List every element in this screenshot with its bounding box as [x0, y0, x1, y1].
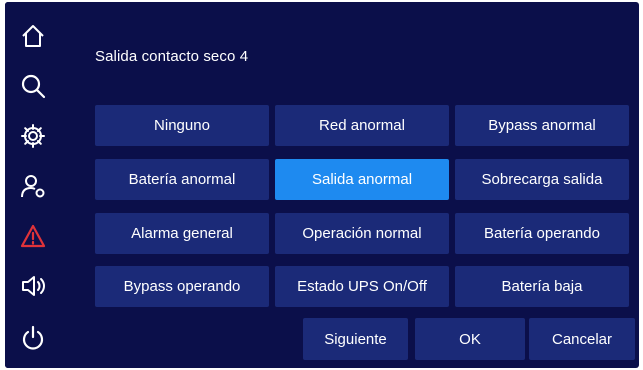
ok-button[interactable]: OK — [415, 318, 525, 360]
option-bateria-anormal[interactable]: Batería anormal — [95, 159, 269, 200]
option-estado-ups[interactable]: Estado UPS On/Off — [275, 266, 449, 307]
user-settings-button[interactable] — [13, 166, 53, 206]
home-button[interactable] — [13, 16, 53, 56]
settings-button[interactable] — [13, 116, 53, 156]
option-alarma-general[interactable]: Alarma general — [95, 213, 269, 254]
option-salida-anormal[interactable]: Salida anormal — [275, 159, 449, 200]
option-bateria-operando[interactable]: Batería operando — [455, 213, 629, 254]
sound-button[interactable] — [13, 266, 53, 306]
power-button[interactable] — [13, 318, 53, 358]
page-title: Salida contacto seco 4 — [95, 48, 249, 65]
next-button[interactable]: Siguiente — [303, 318, 408, 360]
alarm-button[interactable] — [13, 216, 53, 256]
cancel-button[interactable]: Cancelar — [529, 318, 635, 360]
power-icon — [22, 325, 44, 350]
option-ninguno[interactable]: Ninguno — [95, 105, 269, 146]
option-bypass-operando[interactable]: Bypass operando — [95, 266, 269, 307]
gear-icon — [21, 124, 45, 148]
ups-display-screen: Salida contacto seco 4 Ninguno Red anorm… — [5, 2, 639, 368]
home-icon — [22, 25, 44, 47]
option-operacion-normal[interactable]: Operación normal — [275, 213, 449, 254]
option-sobrecarga-salida[interactable]: Sobrecarga salida — [455, 159, 629, 200]
search-button[interactable] — [13, 66, 53, 106]
option-bateria-baja[interactable]: Batería baja — [455, 266, 629, 307]
alarm-warning-icon — [20, 224, 46, 248]
search-icon — [21, 74, 46, 99]
speaker-icon — [22, 276, 45, 296]
option-red-anormal[interactable]: Red anormal — [275, 105, 449, 146]
user-settings-icon — [21, 175, 45, 198]
option-bypass-anormal[interactable]: Bypass anormal — [455, 105, 629, 146]
sidebar — [5, 2, 63, 368]
